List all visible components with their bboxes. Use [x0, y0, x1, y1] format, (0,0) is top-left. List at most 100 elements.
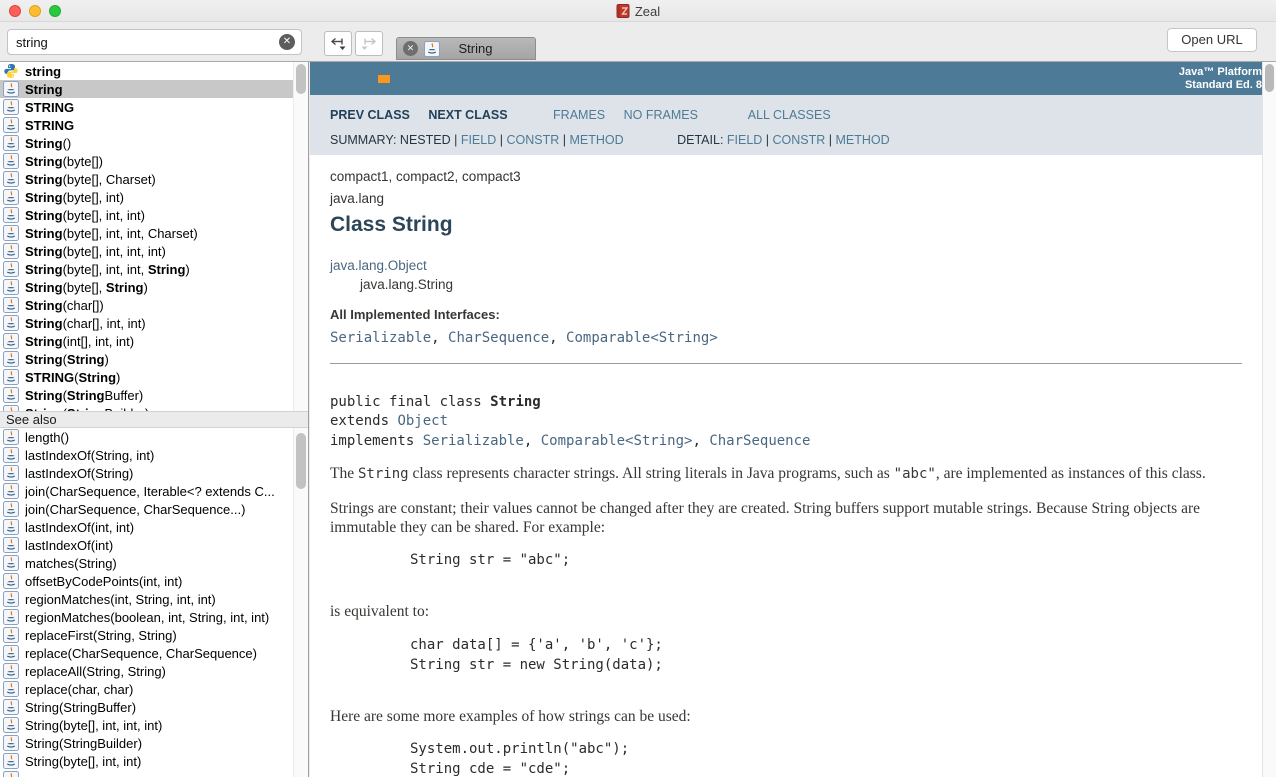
scrollbar-thumb[interactable] [296, 433, 306, 489]
java-icon [3, 243, 19, 259]
list-item[interactable]: join(CharSequence, CharSequence...) [0, 500, 308, 518]
list-item[interactable]: lastIndexOf(String, int) [0, 446, 308, 464]
java-icon [3, 627, 19, 643]
tab-close-icon[interactable]: ✕ [403, 41, 418, 56]
signature-line2[interactable]: extends Object [330, 412, 1240, 432]
implemented-interfaces-links[interactable]: Serializable, CharSequence, Comparable<S… [330, 329, 1240, 349]
summary-links[interactable]: SUMMARY: NESTED | FIELD | CONSTR | METHO… [330, 133, 624, 147]
list-item[interactable]: String() [0, 134, 308, 152]
java-icon [3, 735, 19, 751]
java-icon [3, 279, 19, 295]
see-also-header: See also [0, 411, 308, 428]
navbar-item[interactable] [478, 75, 490, 83]
zeal-app-icon [616, 4, 630, 18]
list-item[interactable]: String(char[], int, int) [0, 314, 308, 332]
list-item[interactable]: regionMatches(boolean, int, String, int,… [0, 608, 308, 626]
list-item-label: matches(String) [25, 556, 117, 571]
list-item[interactable] [0, 770, 308, 777]
navbar-item[interactable] [378, 75, 390, 83]
scrollbar-thumb[interactable] [296, 64, 306, 94]
description-paragraph-1: The String class represents character st… [330, 464, 1220, 485]
navbar-item[interactable] [353, 75, 365, 83]
list-item[interactable]: replaceAll(String, String) [0, 662, 308, 680]
list-item[interactable]: String(byte[]) [0, 152, 308, 170]
list-item[interactable]: STRING [0, 116, 308, 134]
detail-links[interactable]: DETAIL: FIELD | CONSTR | METHOD [677, 133, 890, 147]
list-item-label: lastIndexOf(int, int) [25, 520, 134, 535]
list-item[interactable]: String(byte[], int, int, int) [0, 716, 308, 734]
list-item[interactable]: String(byte[], int, int, int) [0, 242, 308, 260]
javadoc-navbar [310, 62, 1262, 95]
list-item[interactable]: string [0, 62, 308, 80]
prev-class-link[interactable]: PREV CLASS [330, 108, 410, 122]
list-item[interactable]: String(byte[], int) [0, 188, 308, 206]
list-item[interactable]: join(CharSequence, Iterable<? extends C.… [0, 482, 308, 500]
list-item[interactable]: String(int[], int, int) [0, 332, 308, 350]
docset-icon [3, 663, 19, 679]
java-icon [3, 429, 19, 445]
next-class-link[interactable]: NEXT CLASS [428, 108, 507, 122]
back-button[interactable] [324, 31, 352, 56]
content-scrollbar[interactable] [1262, 62, 1276, 777]
docset-icon [3, 429, 19, 445]
list-item[interactable]: offsetByCodePoints(int, int) [0, 572, 308, 590]
see-also-scrollbar[interactable] [293, 428, 308, 777]
navbar-item[interactable] [503, 75, 515, 83]
docset-icon [3, 189, 19, 205]
list-item[interactable]: String(byte[], int, int) [0, 752, 308, 770]
list-item[interactable]: lastIndexOf(int) [0, 536, 308, 554]
list-item[interactable]: String(byte[], int, int, Charset) [0, 224, 308, 242]
list-item[interactable]: lastIndexOf(String) [0, 464, 308, 482]
list-item[interactable]: length() [0, 428, 308, 446]
list-item[interactable]: STRING [0, 98, 308, 116]
navbar-item[interactable] [453, 75, 465, 83]
list-item[interactable]: lastIndexOf(int, int) [0, 518, 308, 536]
list-item[interactable]: STRING(String) [0, 368, 308, 386]
list-item-label: String(byte[], int) [25, 190, 124, 205]
page-title: Class String [330, 213, 1240, 237]
tab-string[interactable]: ✕ String [396, 37, 536, 60]
signature-line3[interactable]: implements Serializable, Comparable<Stri… [330, 432, 1240, 452]
list-item[interactable]: replace(CharSequence, CharSequence) [0, 644, 308, 662]
superclass-link[interactable]: java.lang.Object [330, 258, 1240, 273]
list-item[interactable]: String(StringBuilder) [0, 404, 308, 411]
navbar-item[interactable] [328, 75, 340, 83]
list-item[interactable]: String(byte[], Charset) [0, 170, 308, 188]
list-item[interactable]: String(byte[], int, int) [0, 206, 308, 224]
description-paragraph-2: Strings are constant; their values canno… [330, 499, 1220, 538]
list-item[interactable]: replace(char, char) [0, 680, 308, 698]
java-icon [3, 699, 19, 715]
java-icon [3, 315, 19, 331]
list-item-label: String(char[]) [25, 298, 104, 313]
search-input[interactable] [16, 31, 276, 53]
list-item[interactable]: regionMatches(int, String, int, int) [0, 590, 308, 608]
sidebar-results-scrollbar[interactable] [293, 62, 308, 411]
list-item[interactable]: String(byte[], int, int, String) [0, 260, 308, 278]
navbar-item[interactable] [428, 75, 440, 83]
docset-icon [3, 369, 19, 385]
list-item[interactable]: matches(String) [0, 554, 308, 572]
toolbar: ✕ ✕ String Open URL [0, 22, 1276, 62]
list-item[interactable]: replaceFirst(String, String) [0, 626, 308, 644]
forward-button[interactable] [355, 31, 383, 56]
list-item-label: string [25, 64, 61, 79]
list-item[interactable]: String(StringBuffer) [0, 386, 308, 404]
list-item-label: String(byte[]) [25, 154, 103, 169]
no-frames-link[interactable]: NO FRAMES [624, 108, 698, 122]
list-item[interactable]: String(String) [0, 350, 308, 368]
clear-search-icon[interactable]: ✕ [279, 34, 295, 50]
list-item[interactable]: String(StringBuffer) [0, 698, 308, 716]
scrollbar-thumb[interactable] [1265, 64, 1274, 92]
java-icon [3, 447, 19, 463]
list-item[interactable]: String(byte[], String) [0, 278, 308, 296]
open-url-button[interactable]: Open URL [1167, 28, 1257, 52]
list-item[interactable]: String [0, 80, 308, 98]
divider [330, 363, 1242, 364]
list-item[interactable]: String(StringBuilder) [0, 734, 308, 752]
all-classes-link[interactable]: ALL CLASSES [748, 108, 831, 122]
list-item-label: String(byte[], int, int, int) [25, 718, 162, 733]
navbar-item[interactable] [403, 75, 415, 83]
search-field[interactable]: ✕ [7, 29, 302, 55]
list-item[interactable]: String(char[]) [0, 296, 308, 314]
frames-link[interactable]: FRAMES [553, 108, 605, 122]
